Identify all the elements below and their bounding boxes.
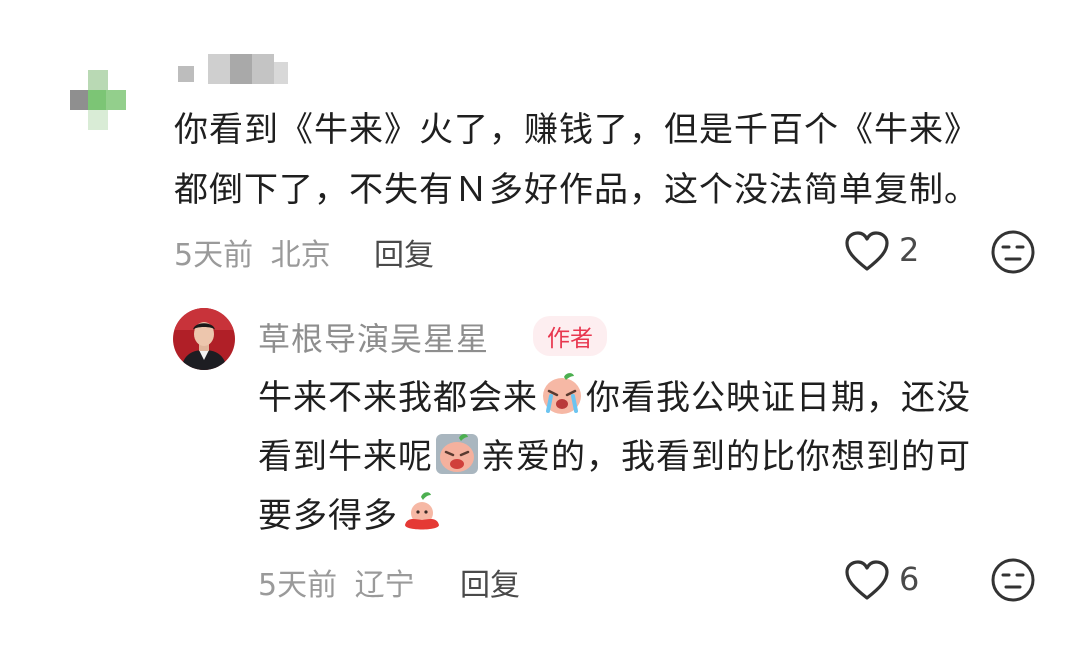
comment-text-line-2: 都倒下了，不失有Ｎ多好作品，这个没法简单复制。 xyxy=(174,170,979,210)
reply-text-line-2: 看到牛来呢 亲爱的，我看到的比你想到的可 xyxy=(258,429,971,485)
comment-text-line-1: 你看到《牛来》火了，赚钱了，但是千百个《牛来》 xyxy=(174,110,979,150)
crying-emoji xyxy=(539,371,585,417)
reply-text-segment: 看到牛来呢 xyxy=(258,437,433,477)
reply-text-line-1: 牛来不来我都会来 你看我公映证日期，还没 xyxy=(258,370,971,426)
author-badge: 作者 xyxy=(533,316,607,356)
reply-text-segment: 亲爱的，我看到的比你想到的可 xyxy=(481,437,971,477)
reply-text-line-3: 要多得多 xyxy=(258,488,446,544)
bean-sprout-emoji xyxy=(399,489,445,535)
comment-location: 北京 xyxy=(270,238,331,273)
reply-meta: 5天前 辽宁 xyxy=(258,560,415,604)
sobbing-emoji xyxy=(434,430,480,476)
meh-face-icon xyxy=(991,558,1035,602)
reply-location: 辽宁 xyxy=(354,568,415,603)
reply-reply-button[interactable]: 回复 xyxy=(460,560,520,604)
commenter-avatar[interactable] xyxy=(70,70,130,130)
comment-like-count: 2 xyxy=(899,231,920,269)
reply-text-segment: 要多得多 xyxy=(258,496,398,536)
comment-reply-button[interactable]: 回复 xyxy=(374,230,434,274)
comment-meta: 5天前 北京 xyxy=(174,230,331,274)
heart-outline-icon xyxy=(845,231,889,271)
author-avatar-image xyxy=(173,308,235,370)
reply-like-button[interactable] xyxy=(843,558,891,602)
reply-like-count: 6 xyxy=(899,560,920,598)
author-name[interactable]: 草根导演吴星星 xyxy=(258,314,489,360)
comment-date: 5天前 xyxy=(174,238,254,273)
reply-text-segment: 你看我公映证日期，还没 xyxy=(586,378,971,418)
comment-dislike-button[interactable] xyxy=(990,229,1036,275)
author-avatar[interactable] xyxy=(173,308,235,370)
reply-dislike-button[interactable] xyxy=(990,557,1036,603)
heart-outline-icon xyxy=(845,560,889,600)
comment-like-button[interactable] xyxy=(843,229,891,273)
reply-text-segment: 牛来不来我都会来 xyxy=(258,378,538,418)
meh-face-icon xyxy=(991,230,1035,274)
commenter-name-redacted[interactable] xyxy=(178,52,290,86)
reply-date: 5天前 xyxy=(258,568,338,603)
